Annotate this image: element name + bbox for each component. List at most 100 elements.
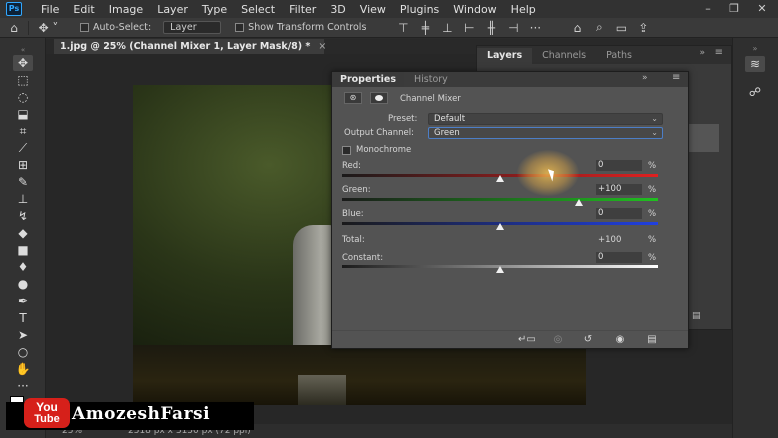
show-transform-checkbox[interactable]: Show Transform Controls [235,22,366,33]
align-bottom-icon[interactable]: ⊥ [436,21,458,35]
total-label: Total: [342,235,365,245]
layer-mask-icon[interactable] [370,92,388,104]
adjustments-dock-icon[interactable]: ☍ [745,84,765,100]
panel-expand-icon[interactable]: » [642,73,648,83]
monochrome-checkbox[interactable] [342,146,351,155]
layer-row-fragment [689,124,719,152]
menu-window[interactable]: Window [446,3,503,16]
more-tools-icon[interactable]: ··· [13,378,33,394]
tools-panel: « ✥ ⬚ ◌ ⬓ ⌗ ⟋ ⊞ ✎ ⊥ ↯ ◆ ■ ♦ ● ✒ T ➤ ○ ✋ … [0,38,46,438]
healing-brush-icon[interactable]: ⊞ [13,157,33,173]
strip-collapse-icon[interactable]: » [745,41,765,57]
right-panel-strip: » ≋ ☍ [732,38,778,438]
green-value-field[interactable]: +100 [596,184,642,195]
dodge-tool-icon[interactable]: ● [13,276,33,292]
move-tool-icon[interactable]: ✥ [13,55,33,71]
align-right-icon[interactable]: ⊣ [502,21,524,35]
align-vcenter-icon[interactable]: ╪ [414,21,436,35]
blue-value-field[interactable]: 0 [596,208,642,219]
align-left-icon[interactable]: ⊢ [458,21,480,35]
brush-tool-icon[interactable]: ✎ [13,174,33,190]
type-tool-icon[interactable]: T [13,310,33,326]
menu-3d[interactable]: 3D [323,3,352,16]
workspace-icon[interactable]: ▭ [610,21,632,35]
tab-history[interactable]: History [406,72,456,87]
align-hcenter-icon[interactable]: ╫ [480,21,502,35]
panel-menu-icon[interactable]: ≡ [672,72,680,83]
document-tab-title: 1.jpg @ 25% (Channel Mixer 1, Layer Mask… [60,41,311,52]
auto-select-checkbox[interactable]: Auto-Select: [80,22,151,33]
tab-paths[interactable]: Paths [596,48,642,64]
blue-slider-thumb[interactable] [496,223,504,230]
menu-view[interactable]: View [353,3,393,16]
tab-layers[interactable]: Layers [477,48,533,64]
document-tab[interactable]: 1.jpg @ 25% (Channel Mixer 1, Layer Mask… [54,39,326,54]
youtube-logo-icon: You Tube [24,398,70,428]
preset-dropdown[interactable]: Default ⌄ [428,113,663,125]
home-icon[interactable]: ⌂ [0,21,28,35]
blur-tool-icon[interactable]: ♦ [13,259,33,275]
blue-label: Blue: [342,209,364,219]
auto-select-dropdown[interactable]: Layer [163,21,222,34]
preset-label: Preset: [388,114,418,124]
constant-value-field[interactable]: 0 [596,252,642,263]
eyedropper-tool-icon[interactable]: ⟋ [13,140,33,156]
trash-icon[interactable]: ▤ [692,311,701,321]
reset-icon[interactable]: ↺ [580,333,596,347]
adjustment-type-icon[interactable]: ⊛ [344,92,362,104]
red-value-field[interactable]: 0 [596,160,642,171]
menu-select[interactable]: Select [234,3,282,16]
monochrome-label: Monochrome [356,145,412,155]
green-slider-thumb[interactable] [575,199,583,206]
menu-edit[interactable]: Edit [66,3,101,16]
close-tab-icon[interactable]: × [318,41,326,52]
clip-to-layer-icon[interactable]: ↵▭ [518,333,536,347]
menu-plugins[interactable]: Plugins [393,3,446,16]
red-label: Red: [342,161,362,171]
output-channel-value: Green [434,128,460,138]
search-icon[interactable]: ⌕ [588,20,610,35]
menu-help[interactable]: Help [504,3,543,16]
visibility-eye-icon[interactable]: ◉ [612,333,628,347]
close-window-icon[interactable]: ✕ [750,0,774,18]
delete-trash-icon[interactable]: ▤ [644,333,660,347]
share-icon[interactable]: ⌂ [566,21,588,35]
menu-type[interactable]: Type [195,3,234,16]
eraser-tool-icon[interactable]: ◆ [13,225,33,241]
lasso-tool-icon[interactable]: ◌ [13,89,33,105]
panel-expand-icon[interactable]: » [699,48,705,58]
maximize-icon[interactable]: ❐ [722,0,746,18]
panel-menu-icon[interactable]: ≡ [715,47,723,58]
minimize-icon[interactable]: – [696,0,720,18]
output-channel-dropdown[interactable]: Green ⌄ [428,127,663,139]
pen-tool-icon[interactable]: ✒ [13,293,33,309]
green-slider-track[interactable] [342,198,658,201]
tab-channels[interactable]: Channels [532,48,596,64]
gradient-tool-icon[interactable]: ■ [13,242,33,258]
menu-file[interactable]: File [34,3,66,16]
red-slider-thumb[interactable] [496,175,504,182]
green-label: Green: [342,185,371,195]
move-tool-icon[interactable]: ✥ ˅ [28,20,68,35]
marquee-tool-icon[interactable]: ⬚ [13,72,33,88]
crop-tool-icon[interactable]: ⌗ [13,123,33,139]
object-select-tool-icon[interactable]: ⬓ [13,106,33,122]
more-options-icon[interactable]: ··· [524,21,546,35]
history-brush-icon[interactable]: ↯ [13,208,33,224]
shape-tool-icon[interactable]: ○ [13,344,33,360]
menu-layer[interactable]: Layer [150,3,195,16]
blue-unit: % [648,209,657,219]
path-select-tool-icon[interactable]: ➤ [13,327,33,343]
align-top-icon[interactable]: ⊤ [392,21,414,35]
hand-tool-icon[interactable]: ✋ [13,361,33,377]
view-previous-icon[interactable]: ◎ [550,333,566,347]
constant-slider-thumb[interactable] [496,266,504,273]
photoshop-logo-icon: Ps [6,2,22,16]
menu-filter[interactable]: Filter [282,3,323,16]
menu-image[interactable]: Image [102,3,150,16]
total-value: +100 [598,235,622,245]
clone-stamp-icon[interactable]: ⊥ [13,191,33,207]
layers-dock-icon[interactable]: ≋ [745,56,765,72]
tab-properties[interactable]: Properties [332,72,404,87]
share-image-icon[interactable]: ⇪ [632,21,654,35]
